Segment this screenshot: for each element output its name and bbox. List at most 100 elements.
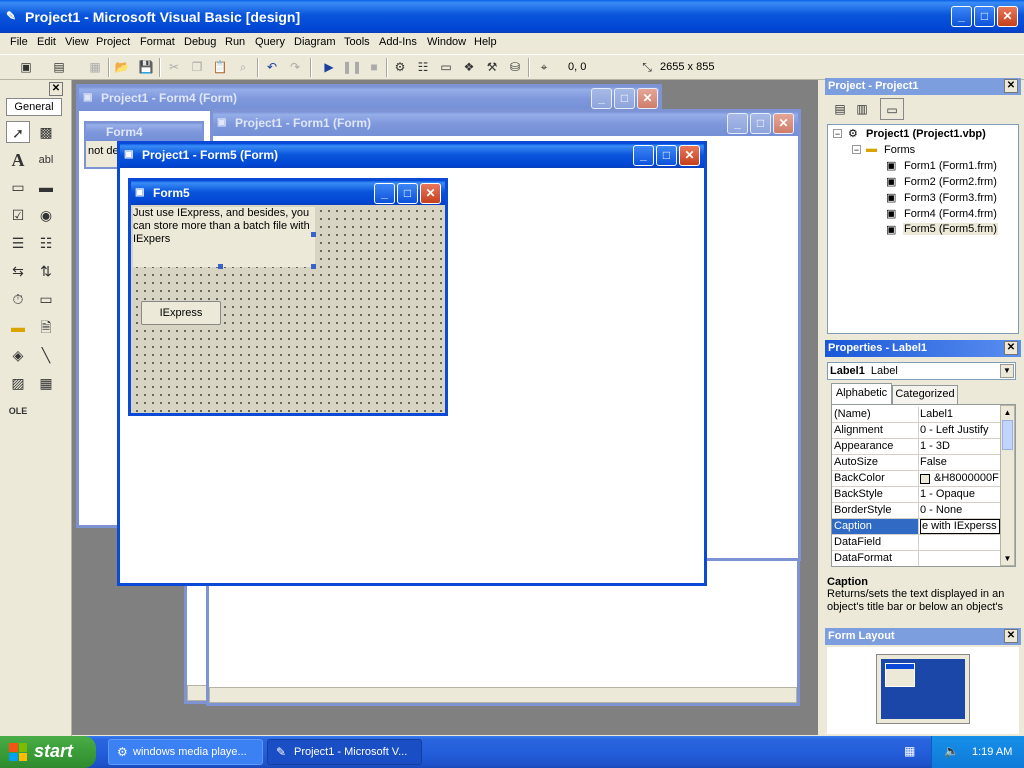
form5-design-surface[interactable]: Just use IExpress, and besides, you can … bbox=[131, 205, 445, 413]
commandbutton-tool-icon[interactable]: ▬ bbox=[34, 176, 58, 198]
form-layout-icon[interactable]: ▭ bbox=[437, 59, 455, 75]
form5-window[interactable]: ▣ Form5 _ □ ✕ Just use IExpress, and bes… bbox=[128, 178, 448, 416]
tree-item[interactable]: Form2 (Form2.frm) bbox=[904, 176, 997, 188]
checkbox-tool-icon[interactable]: ☑ bbox=[6, 204, 30, 226]
image-tool-icon[interactable]: ▨ bbox=[6, 372, 30, 394]
tab-alphabetic[interactable]: Alphabetic bbox=[831, 383, 892, 404]
properties-window-icon[interactable]: ☷ bbox=[414, 59, 432, 75]
close-icon[interactable]: ✕ bbox=[1004, 341, 1018, 355]
menu-tools[interactable]: Tools bbox=[344, 36, 370, 48]
property-row[interactable]: BackStyle 1 - Opaque bbox=[832, 487, 1002, 503]
clock[interactable]: 1:19 AM bbox=[972, 746, 1012, 758]
menu-help[interactable]: Help bbox=[474, 36, 497, 48]
tree-root[interactable]: Project1 (Project1.vbp) bbox=[866, 128, 986, 140]
maximize-button[interactable]: □ bbox=[397, 183, 418, 204]
data-tool-icon[interactable]: ▦ bbox=[34, 372, 58, 394]
find-icon[interactable]: ⌕ bbox=[234, 59, 252, 75]
property-row[interactable]: Alignment 0 - Left Justify bbox=[832, 423, 1002, 439]
run-icon[interactable]: ▶ bbox=[320, 59, 338, 75]
timer-tool-icon[interactable]: ⏱ bbox=[6, 288, 30, 310]
filelistbox-tool-icon[interactable]: 🗎 bbox=[34, 316, 58, 338]
chevron-down-icon[interactable]: ▼ bbox=[1000, 364, 1014, 378]
redo-icon[interactable]: ↷ bbox=[286, 59, 304, 75]
tree-expander[interactable]: − bbox=[852, 145, 861, 155]
ole-tool-icon[interactable]: OLE bbox=[6, 400, 30, 422]
toggle-folders-icon[interactable]: ▭ bbox=[880, 98, 904, 120]
minimize-button[interactable]: _ bbox=[727, 113, 748, 134]
listbox-tool-icon[interactable]: ☷ bbox=[34, 232, 58, 254]
menu-edit[interactable]: Edit bbox=[37, 36, 56, 48]
h-scrollbar[interactable] bbox=[209, 687, 797, 703]
close-icon[interactable]: ✕ bbox=[1004, 79, 1018, 93]
minimize-button[interactable]: _ bbox=[374, 183, 395, 204]
view-object-icon[interactable]: ▥ bbox=[850, 98, 874, 120]
form5-designer-window[interactable]: ▣ Project1 - Form5 (Form) _ □ ✕ ▣ Form5 … bbox=[117, 141, 707, 586]
properties-title-bar[interactable]: Properties - Label1 ✕ bbox=[825, 340, 1021, 357]
vscrollbar-tool-icon[interactable]: ⇅ bbox=[34, 260, 58, 282]
minimize-button[interactable]: _ bbox=[633, 145, 654, 166]
keyboard-icon[interactable]: ▦ bbox=[904, 744, 915, 758]
property-row[interactable]: DataField bbox=[832, 535, 1002, 551]
close-button[interactable]: ✕ bbox=[773, 113, 794, 134]
line-tool-icon[interactable]: ╲ bbox=[34, 344, 58, 366]
break-icon[interactable]: ❚❚ bbox=[342, 59, 362, 75]
form1-designer-title-bar[interactable]: ▣ Project1 - Form1 (Form) _ □ ✕ bbox=[213, 112, 798, 136]
toolbox-icon[interactable]: ⚒ bbox=[483, 59, 501, 75]
add-form-icon[interactable]: ▤ bbox=[50, 59, 68, 75]
tree-expander[interactable]: − bbox=[833, 129, 842, 139]
save-project-icon[interactable]: 💾 bbox=[137, 59, 155, 75]
form-layout-title-bar[interactable]: Form Layout ✕ bbox=[825, 628, 1021, 645]
menu-file[interactable]: File bbox=[10, 36, 28, 48]
maximize-button[interactable]: □ bbox=[656, 145, 677, 166]
menu-view[interactable]: View bbox=[65, 36, 89, 48]
cut-icon[interactable]: ✂ bbox=[165, 59, 183, 75]
copy-icon[interactable]: ❐ bbox=[188, 59, 206, 75]
label-tool-icon[interactable]: A bbox=[6, 149, 30, 171]
menu-addins[interactable]: Add-Ins bbox=[379, 36, 417, 48]
picturebox-tool-icon[interactable]: ▩ bbox=[34, 121, 58, 143]
label1-control[interactable]: Just use IExpress, and besides, you can … bbox=[133, 207, 315, 267]
tree-forms-folder[interactable]: Forms bbox=[884, 144, 915, 156]
project-explorer-icon[interactable]: ⚙ bbox=[391, 59, 409, 75]
menu-editor-icon[interactable]: ▦ bbox=[86, 59, 104, 75]
menu-debug[interactable]: Debug bbox=[184, 36, 216, 48]
tab-categorized[interactable]: Categorized bbox=[892, 385, 958, 404]
end-icon[interactable]: ■ bbox=[365, 59, 383, 75]
data-view-icon[interactable]: ⛁ bbox=[506, 59, 524, 75]
selection-handle[interactable] bbox=[311, 264, 316, 269]
add-project-icon[interactable]: ▣ bbox=[17, 59, 35, 75]
property-row[interactable]: (Name) Label1 bbox=[832, 407, 1002, 423]
undo-icon[interactable]: ↶ bbox=[263, 59, 281, 75]
property-row[interactable]: DataFormat bbox=[832, 551, 1002, 566]
selection-handle[interactable] bbox=[218, 264, 223, 269]
toolbox-close-icon[interactable]: ✕ bbox=[49, 82, 63, 96]
form-position-preview[interactable] bbox=[885, 663, 915, 687]
selection-handle[interactable] bbox=[311, 232, 316, 237]
maximize-button[interactable]: □ bbox=[974, 6, 995, 27]
taskbar-button-media-player[interactable]: ⚙ windows media playe... bbox=[108, 739, 263, 765]
close-button[interactable]: ✕ bbox=[637, 88, 658, 109]
form4-designer-title-bar[interactable]: ▣ Project1 - Form4 (Form) _ □ ✕ bbox=[79, 87, 659, 111]
combobox-tool-icon[interactable]: ☰ bbox=[6, 232, 30, 254]
minimize-button[interactable]: _ bbox=[951, 6, 972, 27]
scroll-down-icon[interactable]: ▼ bbox=[1001, 552, 1014, 565]
tree-item[interactable]: Form3 (Form3.frm) bbox=[904, 192, 997, 204]
textbox-tool-icon[interactable]: abl bbox=[34, 149, 58, 171]
menu-diagram[interactable]: Diagram bbox=[294, 36, 336, 48]
form5-designer-title-bar[interactable]: ▣ Project1 - Form5 (Form) _ □ ✕ bbox=[120, 144, 704, 168]
scroll-thumb[interactable] bbox=[1002, 420, 1013, 450]
minimize-button[interactable]: _ bbox=[591, 88, 612, 109]
property-row[interactable]: Appearance 1 - 3D bbox=[832, 439, 1002, 455]
property-row[interactable]: BorderStyle 0 - None bbox=[832, 503, 1002, 519]
form4-inner-title-bar[interactable]: Form4 bbox=[86, 123, 202, 141]
tree-item[interactable]: Form1 (Form1.frm) bbox=[904, 160, 997, 172]
main-title-bar[interactable]: ✎ Project1 - Microsoft Visual Basic [des… bbox=[0, 0, 1024, 33]
scroll-up-icon[interactable]: ▲ bbox=[1001, 406, 1014, 419]
caption-value-input[interactable]: e with IExperss bbox=[920, 519, 1000, 534]
menu-format[interactable]: Format bbox=[140, 36, 175, 48]
menu-window[interactable]: Window bbox=[427, 36, 466, 48]
open-project-icon[interactable]: 📂 bbox=[113, 59, 131, 75]
close-button[interactable]: ✕ bbox=[997, 6, 1018, 27]
paste-icon[interactable]: 📋 bbox=[211, 59, 229, 75]
maximize-button[interactable]: □ bbox=[750, 113, 771, 134]
